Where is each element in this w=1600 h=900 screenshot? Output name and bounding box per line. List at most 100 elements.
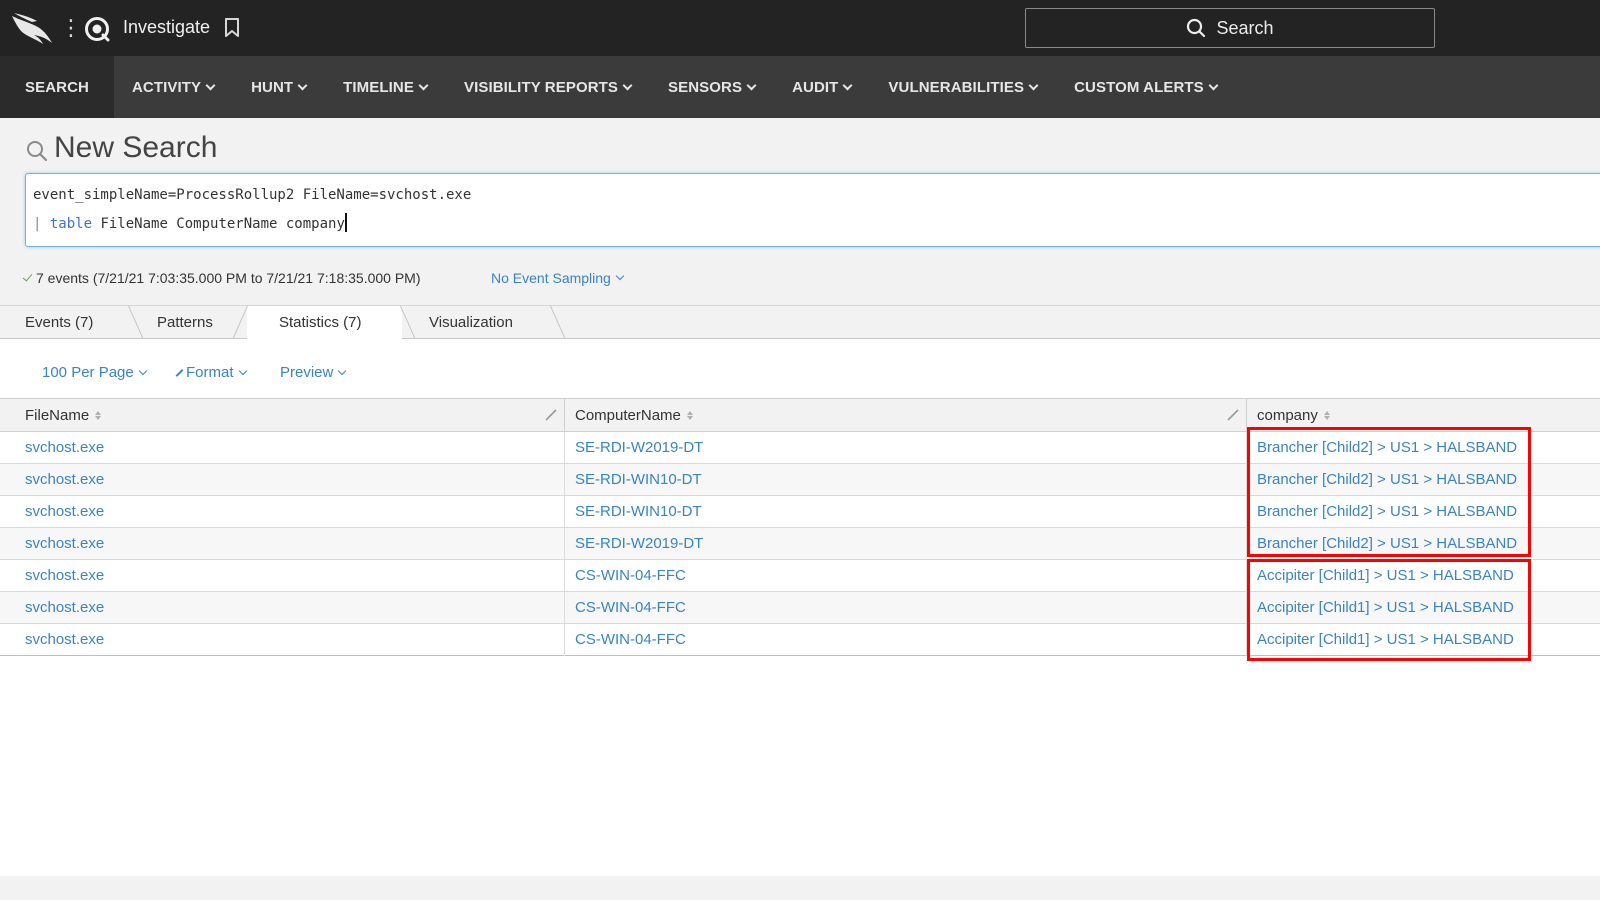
tab-label: Visualization [429, 314, 513, 331]
column-divider [564, 432, 565, 464]
column-divider [564, 399, 565, 431]
event-sampling-label: No Event Sampling [491, 270, 611, 286]
column-header-filename[interactable]: FileName [25, 399, 102, 431]
nav-label: VISIBILITY REPORTS [463, 78, 619, 96]
events-summary-text: 7 events (7/21/21 7:03:35.000 PM to 7/21… [36, 270, 421, 286]
edit-column-icon[interactable] [1227, 409, 1239, 421]
column-divider [564, 496, 565, 528]
global-search-button[interactable]: Search [1025, 8, 1435, 48]
tab-label: Statistics (7) [279, 314, 362, 331]
query-rest: FileName ComputerName company [92, 216, 345, 232]
nav-hunt[interactable]: HUNT [237, 56, 320, 118]
chevron-down-icon [138, 366, 147, 375]
highlight-box-child2 [1247, 427, 1531, 557]
query-line-2: | table FileName ComputerName company [33, 213, 347, 232]
filename-cell[interactable]: svchost.exe [25, 528, 104, 559]
computername-cell[interactable]: CS-WIN-04-FFC [575, 560, 686, 591]
tab-statistics[interactable]: Statistics (7) [279, 306, 362, 339]
investigate-app-icon [85, 17, 110, 42]
nav-activity[interactable]: ACTIVITY [118, 56, 228, 118]
pencil-icon [175, 368, 184, 377]
nav-sensors[interactable]: SENSORS [654, 56, 769, 118]
nav-audit[interactable]: AUDIT [778, 56, 865, 118]
tab-divider [400, 306, 416, 339]
bookmark-icon[interactable] [223, 18, 241, 38]
chevron-down-icon [1028, 80, 1039, 90]
nav-label: HUNT [251, 78, 294, 96]
nav-search[interactable]: SEARCH [0, 56, 114, 118]
filename-cell[interactable]: svchost.exe [25, 496, 104, 527]
column-header-label: ComputerName [575, 406, 681, 424]
nav-visibility-reports[interactable]: VISIBILITY REPORTS [450, 56, 645, 118]
computername-cell[interactable]: SE-RDI-W2019-DT [575, 432, 703, 463]
search-query-input[interactable]: event_simpleName=ProcessRollup2 FileName… [25, 173, 1600, 247]
sort-icon [95, 410, 102, 420]
nav-label: AUDIT [792, 78, 839, 96]
nav-label: TIMELINE [343, 78, 414, 96]
computername-cell[interactable]: SE-RDI-WIN10-DT [575, 496, 702, 527]
column-divider [564, 528, 565, 560]
nav-custom-alerts[interactable]: CUSTOM ALERTS [1060, 56, 1231, 118]
nav-label: VULNERABILITIES [888, 78, 1025, 96]
filename-cell[interactable]: svchost.exe [25, 560, 104, 591]
preview-dropdown[interactable]: Preview [280, 364, 347, 381]
check-icon [22, 271, 33, 282]
nav-vulnerabilities[interactable]: VULNERABILITIES [874, 56, 1051, 118]
nav-label: ACTIVITY [131, 78, 202, 96]
computername-cell[interactable]: SE-RDI-W2019-DT [575, 528, 703, 559]
filename-cell[interactable]: svchost.exe [25, 592, 104, 623]
preview-label: Preview [280, 364, 334, 381]
tab-patterns[interactable]: Patterns [157, 306, 213, 339]
chevron-down-icon [615, 271, 625, 281]
highlight-box-child1 [1247, 559, 1531, 661]
chevron-down-icon [842, 80, 853, 90]
tab-visualization[interactable]: Visualization [429, 306, 513, 339]
tab-events[interactable]: Events (7) [25, 306, 93, 339]
events-summary: 7 events (7/21/21 7:03:35.000 PM to 7/21… [22, 270, 421, 286]
format-dropdown[interactable]: Format [175, 364, 247, 381]
global-search-label: Search [1216, 17, 1274, 38]
results-tabs: Events (7) Patterns Statistics (7) Visua… [0, 305, 1600, 340]
tab-divider [550, 306, 566, 339]
computername-cell[interactable]: CS-WIN-04-FFC [575, 592, 686, 623]
text-cursor [344, 213, 347, 232]
query-line-1: event_simpleName=ProcessRollup2 FileName… [33, 187, 472, 203]
per-page-dropdown[interactable]: 100 Per Page [42, 364, 147, 381]
chevron-down-icon [746, 80, 757, 90]
column-divider [564, 592, 565, 624]
falcon-logo-icon[interactable] [10, 10, 54, 46]
column-header-label: FileName [25, 406, 90, 424]
query-keyword: table [49, 216, 93, 232]
nav-label: SEARCH [25, 78, 89, 96]
chevron-down-icon [205, 80, 216, 90]
app-title: Investigate [123, 17, 211, 37]
tab-label: Events (7) [25, 314, 94, 331]
chevron-down-icon [418, 80, 429, 90]
column-divider [564, 464, 565, 496]
chevron-down-icon [1208, 80, 1219, 90]
sort-icon [1323, 410, 1330, 420]
column-header-computername[interactable]: ComputerName [575, 399, 693, 431]
filename-cell[interactable]: svchost.exe [25, 432, 104, 463]
tab-divider [128, 306, 144, 339]
filename-cell[interactable]: svchost.exe [25, 464, 104, 495]
computername-cell[interactable]: CS-WIN-04-FFC [575, 624, 686, 655]
kebab-menu-icon[interactable]: ⋮ [60, 14, 82, 42]
query-pipe: | [33, 216, 50, 232]
filename-cell[interactable]: svchost.exe [25, 624, 104, 655]
tab-divider [232, 306, 248, 339]
main-nav: SEARCH ACTIVITY HUNT TIMELINE VISIBILITY… [0, 56, 1600, 118]
chevron-down-icon [622, 80, 633, 90]
computername-cell[interactable]: SE-RDI-WIN10-DT [575, 464, 702, 495]
event-sampling-dropdown[interactable]: No Event Sampling [491, 270, 625, 286]
sort-icon [686, 410, 693, 420]
edit-column-icon[interactable] [545, 409, 557, 421]
nav-timeline[interactable]: TIMELINE [329, 56, 441, 118]
top-bar: ⋮ Investigate Search [0, 0, 1600, 56]
chevron-down-icon [338, 366, 347, 375]
nav-label: SENSORS [668, 78, 743, 96]
per-page-label: 100 Per Page [42, 364, 134, 381]
nav-label: CUSTOM ALERTS [1074, 78, 1204, 96]
page-title: New Search [54, 131, 218, 164]
tab-label: Patterns [157, 314, 213, 331]
